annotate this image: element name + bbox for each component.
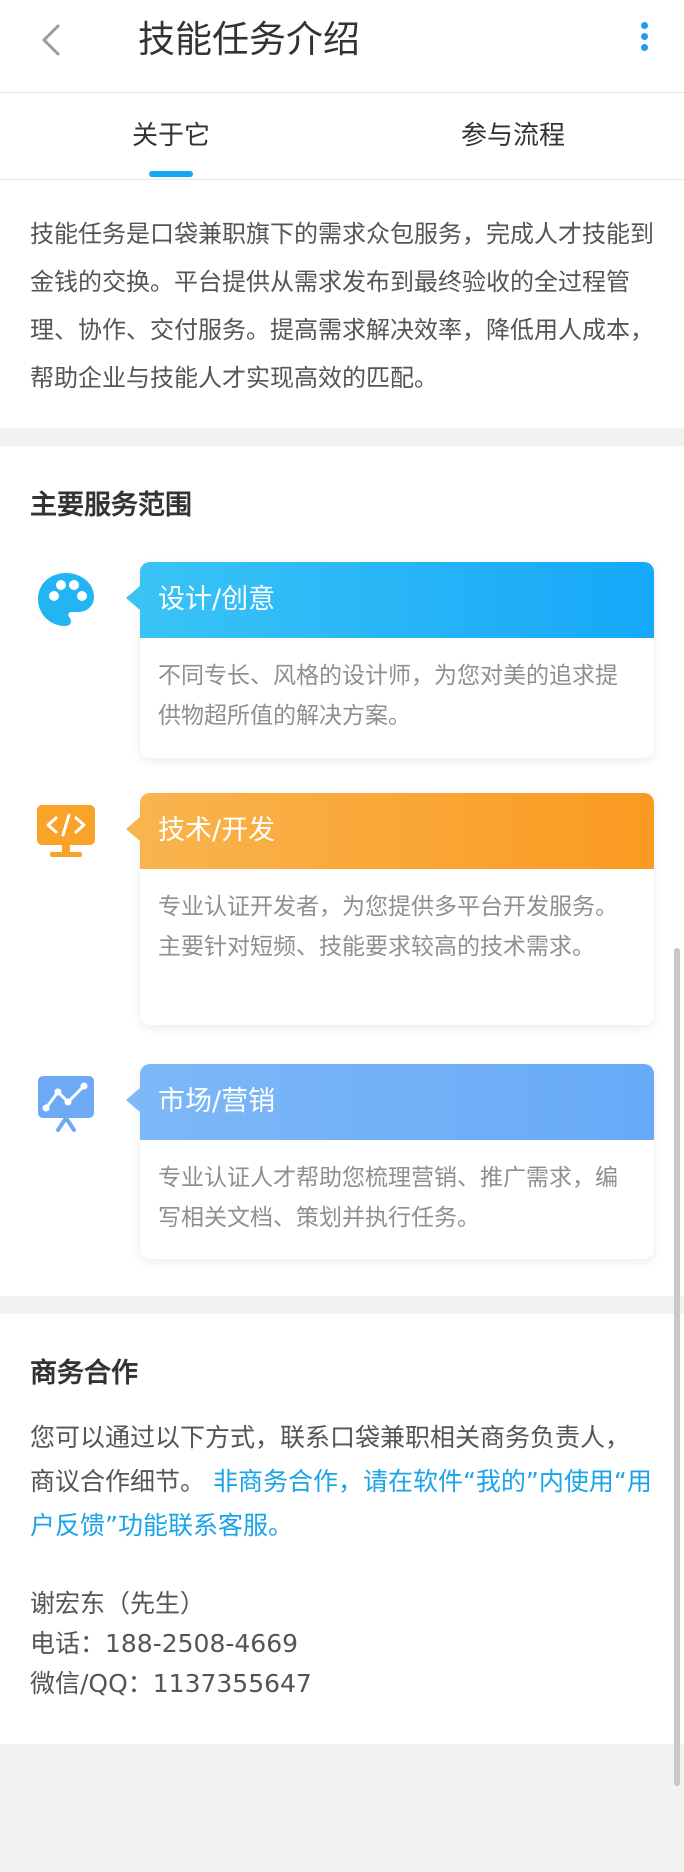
- intro-text: 技能任务是口袋兼职旗下的需求众包服务，完成人才技能到金钱的交换。平台提供从需求发…: [0, 180, 684, 428]
- code-monitor-icon: [34, 799, 95, 859]
- business-description: 您可以通过以下方式，联系口袋兼职相关商务负责人，商议合作细节。 非商务合作，请在…: [30, 1416, 654, 1548]
- business-title: 商务合作: [30, 1358, 138, 1389]
- services-title: 主要服务范围: [30, 490, 192, 521]
- tab-process[interactable]: 参与流程: [342, 93, 684, 179]
- service-tech-desc: 专业认证开发者，为您提供多平台开发服务。主要针对短频、技能要求较高的技术需求。: [158, 894, 618, 960]
- service-design-title: 设计/创意: [126, 562, 654, 638]
- contact-info: 谢宏东（先生） 电话：188-2508-4669 微信/QQ：113735564…: [30, 1584, 654, 1704]
- contact-phone[interactable]: 电话：188-2508-4669: [30, 1624, 654, 1664]
- tab-bar: 关于它 参与流程: [0, 93, 684, 180]
- service-design[interactable]: 设计/创意 不同专长、风格的设计师，为您对美的追求提供物超所值的解决方案。: [30, 562, 654, 758]
- service-market[interactable]: 市场/营销 专业认证人才帮助您梳理营销、推广需求，编写相关文档、策划并执行任务。: [30, 1064, 654, 1259]
- chevron-left-icon: [42, 24, 60, 56]
- back-button[interactable]: [30, 18, 74, 62]
- contact-name: 谢宏东（先生）: [30, 1589, 206, 1618]
- service-tech-title: 技术/开发: [126, 793, 654, 869]
- service-tech[interactable]: 技术/开发 专业认证开发者，为您提供多平台开发服务。主要针对短频、技能要求较高的…: [30, 793, 654, 1025]
- scrollbar[interactable]: [674, 948, 680, 1786]
- chart-board-icon: [34, 1070, 94, 1132]
- services-section: 主要服务范围 设计/创意 不同专长、风格的设计师，为您对美的追求提供物超所值的解…: [0, 446, 684, 1296]
- page-title: 技能任务介绍: [138, 18, 360, 61]
- contact-wechat-qq[interactable]: 微信/QQ：1137355647: [30, 1664, 654, 1704]
- service-market-desc: 专业认证人才帮助您梳理营销、推广需求，编写相关文档、策划并执行任务。: [158, 1165, 618, 1231]
- tab-about[interactable]: 关于它: [0, 93, 342, 179]
- active-tab-indicator: [149, 171, 193, 177]
- service-market-title: 市场/营销: [126, 1064, 654, 1140]
- more-options-button[interactable]: [632, 18, 656, 62]
- business-section: 商务合作 您可以通过以下方式，联系口袋兼职相关商务负责人，商议合作细节。 非商务…: [0, 1314, 684, 1744]
- more-dots-icon: [632, 22, 656, 51]
- top-bar: 技能任务介绍: [0, 0, 684, 93]
- service-design-desc: 不同专长、风格的设计师，为您对美的追求提供物超所值的解决方案。: [158, 663, 618, 729]
- palette-icon: [34, 568, 94, 628]
